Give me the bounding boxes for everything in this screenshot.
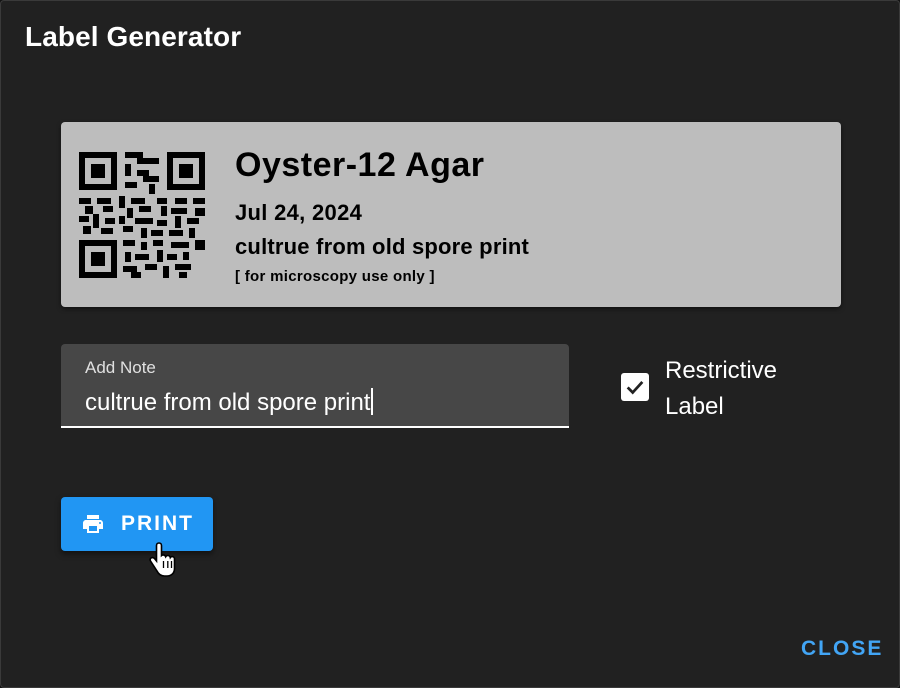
restrictive-label-checkbox[interactable] <box>621 373 649 401</box>
text-caret <box>371 388 374 415</box>
hand-cursor-icon <box>149 542 176 577</box>
dialog-title: Label Generator <box>25 21 242 52</box>
print-label: PRINT <box>121 512 194 535</box>
add-note-value: cultrue from old spore print <box>85 389 371 416</box>
label-date: Jul 24, 2024 <box>235 200 363 225</box>
add-note-input[interactable]: cultrue from old spore print <box>85 388 374 417</box>
label-restriction: [ for microscopy use only ] <box>235 268 435 285</box>
label-generator-dialog: Label Generator Oyster-12 Agar Jul 24, 2… <box>0 0 900 688</box>
label-preview: Oyster-12 Agar Jul 24, 2024 cultrue from… <box>61 122 841 307</box>
print-button[interactable]: PRINT <box>61 497 213 551</box>
label-note: cultrue from old spore print <box>235 234 530 259</box>
close-button[interactable]: CLOSE <box>801 637 883 661</box>
add-note-label: Add Note <box>85 358 156 377</box>
label-name: Oyster-12 Agar <box>235 146 485 184</box>
restrictive-label-text: Restrictive Label <box>665 357 778 420</box>
printer-icon <box>83 515 103 533</box>
qr-code-icon <box>79 152 205 278</box>
checkmark-icon <box>626 381 644 395</box>
add-note-field[interactable]: Add Note cultrue from old spore print <box>61 344 569 428</box>
